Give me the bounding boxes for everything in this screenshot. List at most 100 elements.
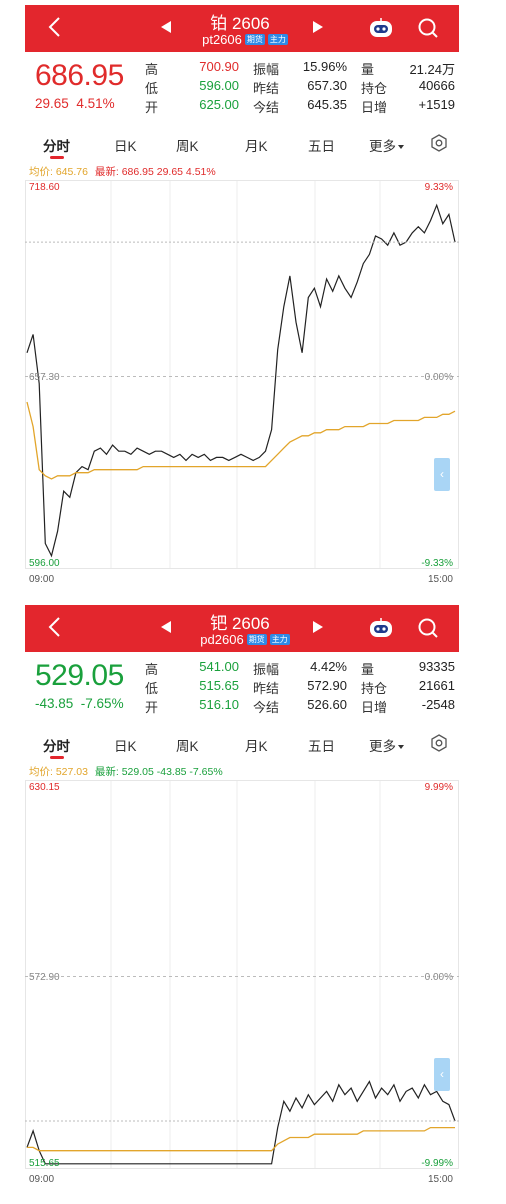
quote-summary: 686.95 29.65 4.51% 高 低 开 700.90 596.00 6… (25, 55, 459, 119)
contract-code-row: pd2606 期货 主力 (175, 632, 315, 647)
daily-increase-label: 日增 (361, 100, 388, 115)
today-settle-value: 526.60 (307, 697, 347, 712)
top-bar: 铂 2606 pt2606 期货 主力 (25, 5, 459, 52)
contract-title: 钯 2606 (210, 614, 270, 633)
prev-contract-icon[interactable] (161, 621, 171, 633)
y-axis-top-label: 718.60 (29, 182, 60, 193)
prev-settle-label: 昨结 (253, 81, 280, 96)
latest-price-label: 最新: 529.05 -43.85 -7.65% (94, 766, 223, 778)
price-line (26, 1080, 456, 1165)
volume-value: 21.24万 (409, 62, 455, 77)
latest-price-label: 最新: 686.95 29.65 4.51% (94, 166, 216, 178)
period-tabs: 分时 日K 周K 月K 五日 更多 (25, 729, 459, 759)
prev-settle-value: 572.90 (307, 678, 347, 693)
period-tabs: 分时 日K 周K 月K 五日 更多 (25, 129, 459, 159)
prev-settle-label: 昨结 (253, 681, 280, 696)
settings-icon[interactable] (430, 734, 448, 752)
today-settle-label: 今结 (253, 700, 280, 715)
intraday-chart[interactable]: 630.15 572.90 515.65 9.99% 0.00% -9.99% … (25, 780, 459, 1185)
prev-contract-icon[interactable] (161, 21, 171, 33)
tab-more[interactable]: 更多 (369, 735, 404, 755)
chevron-down-icon (398, 145, 404, 150)
y-axis-top-label: 630.15 (29, 782, 60, 793)
chevron-down-icon (398, 745, 404, 750)
tab-intraday[interactable]: 分时 (43, 735, 70, 755)
pct-top-label: 9.99% (424, 782, 453, 793)
price-change: 29.65 4.51% (35, 96, 115, 111)
y-axis-mid-label: 572.90 (29, 972, 60, 983)
open-label: 开 (145, 700, 159, 715)
tab-weekly-k[interactable]: 周K (176, 735, 199, 755)
low-value: 596.00 (199, 78, 239, 93)
price-change: -43.85 -7.65% (35, 696, 124, 711)
last-price: 529.05 (35, 659, 124, 692)
time-end-label: 15:00 (427, 1174, 453, 1185)
y-axis-bottom-label: 515.65 (29, 1158, 60, 1169)
top-bar: 钯 2606 pd2606 期货 主力 (25, 605, 459, 652)
amplitude-value: 4.42% (310, 659, 347, 674)
open-value: 625.00 (199, 97, 239, 112)
amplitude-label: 振幅 (253, 662, 280, 677)
chart-svg (25, 180, 459, 569)
active-tab-indicator (50, 156, 64, 159)
open-label: 开 (145, 100, 159, 115)
average-price-label: 均价: 527.03 (29, 766, 88, 778)
main-contract-tag: 主力 (267, 34, 288, 45)
open-interest-label: 持仓 (361, 681, 388, 696)
tab-intraday[interactable]: 分时 (43, 135, 70, 155)
main-contract-tag: 主力 (269, 634, 290, 645)
search-icon[interactable] (417, 617, 439, 639)
tab-monthly-k[interactable]: 月K (245, 735, 268, 755)
expand-sidebar-button[interactable]: ‹ (434, 458, 450, 491)
pct-bottom-label: -9.99% (421, 1158, 453, 1169)
futures-tag: 期货 (244, 34, 265, 45)
time-start-label: 09:00 (29, 1174, 55, 1185)
tab-weekly-k[interactable]: 周K (176, 135, 199, 155)
daily-increase-value: -2548 (421, 697, 455, 712)
tab-daily-k[interactable]: 日K (114, 735, 137, 755)
futures-panel-pd: 钯 2606 pd2606 期货 主力 529.05 -43.85 -7.65%… (25, 605, 459, 1190)
tab-monthly-k[interactable]: 月K (245, 135, 268, 155)
high-value: 541.00 (199, 659, 239, 674)
low-label: 低 (145, 81, 159, 96)
price-line (26, 203, 456, 558)
intraday-chart[interactable]: 718.60 657.30 596.00 9.33% 0.00% -9.33% … (25, 180, 459, 585)
robot-assistant-icon[interactable] (368, 617, 394, 639)
daily-increase-label: 日增 (361, 700, 388, 715)
robot-assistant-icon[interactable] (368, 17, 394, 39)
pct-bottom-label: -9.33% (421, 558, 453, 569)
contract-code-row: pt2606 期货 主力 (175, 32, 315, 47)
open-interest-value: 21661 (418, 678, 455, 693)
volume-value: 93335 (418, 659, 455, 674)
daily-increase-value: +1519 (418, 97, 455, 112)
open-interest-value: 40666 (418, 78, 455, 93)
chart-svg (25, 780, 459, 1169)
last-price: 686.95 (35, 59, 124, 92)
open-value: 516.10 (199, 697, 239, 712)
back-icon[interactable] (43, 15, 67, 39)
pct-top-label: 9.33% (424, 182, 453, 193)
chart-legend: 均价: 527.03 最新: 529.05 -43.85 -7.65% (29, 764, 223, 779)
tab-five-day[interactable]: 五日 (308, 735, 335, 755)
settings-icon[interactable] (430, 134, 448, 152)
chart-legend: 均价: 645.76 最新: 686.95 29.65 4.51% (29, 164, 216, 179)
next-contract-icon[interactable] (313, 21, 323, 33)
high-label: 高 (145, 62, 159, 77)
tab-daily-k[interactable]: 日K (114, 135, 137, 155)
tab-five-day[interactable]: 五日 (308, 135, 335, 155)
contract-code: pt2606 (202, 32, 242, 47)
average-price-line (27, 1126, 455, 1152)
futures-tag: 期货 (246, 634, 267, 645)
chart-frame (25, 780, 459, 1169)
prev-settle-value: 657.30 (307, 78, 347, 93)
search-icon[interactable] (417, 17, 439, 39)
y-axis-bottom-label: 596.00 (29, 558, 60, 569)
quote-summary: 529.05 -43.85 -7.65% 高 低 开 541.00 515.65… (25, 655, 459, 719)
expand-sidebar-button[interactable]: ‹ (434, 1058, 450, 1091)
volume-label: 量 (361, 662, 375, 677)
tab-more[interactable]: 更多 (369, 135, 404, 155)
average-price-line (26, 401, 456, 480)
amplitude-value: 15.96% (302, 59, 347, 74)
back-icon[interactable] (43, 615, 67, 639)
next-contract-icon[interactable] (313, 621, 323, 633)
